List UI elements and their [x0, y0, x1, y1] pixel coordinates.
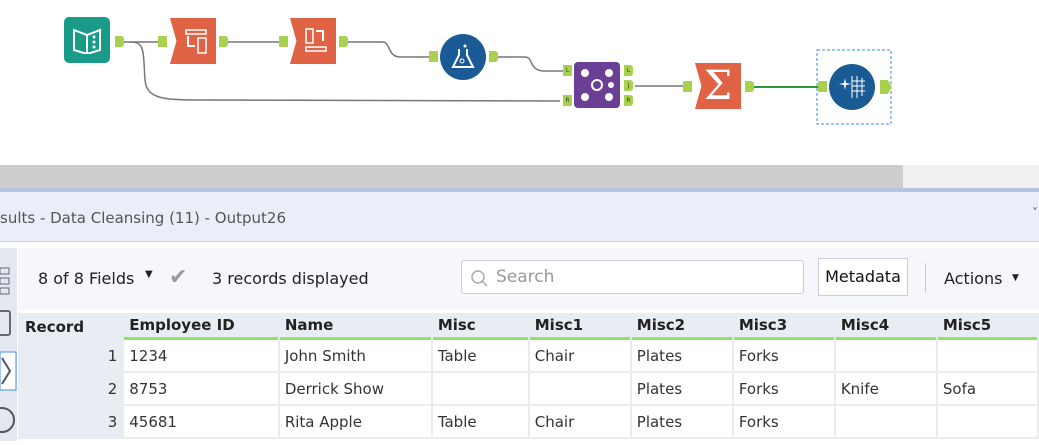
results-side-toolbar	[0, 248, 17, 441]
cell[interactable]: Forks	[733, 340, 834, 373]
table-row[interactable]: 1 1234 John Smith Table Chair Plates For…	[20, 340, 1037, 373]
cell[interactable]	[835, 406, 936, 439]
cell[interactable]: Chair	[529, 406, 630, 439]
results-table: Record Employee ID Name Misc Misc1 Misc2…	[18, 313, 1039, 439]
table-header-row: Record Employee ID Name Misc Misc1 Misc2…	[20, 313, 1037, 340]
scrollbar-thumb[interactable]	[0, 165, 903, 188]
cell[interactable]: 8753	[124, 373, 278, 406]
cell[interactable]: Table	[432, 406, 528, 439]
workflow-canvas[interactable]: L R L J R Σ	[0, 0, 1039, 165]
join-right-anchor: R	[563, 95, 572, 106]
history-icon[interactable]	[0, 407, 15, 433]
search-input[interactable]: Search	[461, 260, 804, 294]
cell[interactable]: Forks	[733, 373, 834, 406]
fields-dropdown[interactable]: 8 of 8 Fields	[38, 269, 134, 288]
crosstab-icon	[305, 28, 327, 52]
cell[interactable]	[937, 406, 1037, 439]
caret-down-icon[interactable]: ▼	[145, 269, 153, 280]
cell[interactable]: Knife	[835, 373, 936, 406]
record-number: 2	[20, 373, 123, 406]
crosstab-tool[interactable]	[290, 18, 336, 64]
table-row[interactable]: 2 8753 Derrick Show Plates Forks Knife S…	[20, 373, 1037, 406]
join-left-anchor: L	[563, 65, 572, 76]
search-icon	[471, 270, 488, 287]
join-icon	[581, 69, 614, 101]
grid-view-icon[interactable]	[0, 267, 10, 295]
table-view-icon[interactable]	[0, 310, 11, 336]
checkmark-icon: ✔	[169, 265, 188, 290]
toolbar-divider	[925, 263, 926, 293]
cell[interactable]	[432, 373, 528, 406]
chevron-down-icon[interactable]: ˅	[1032, 206, 1038, 220]
metadata-button[interactable]: Metadata	[818, 258, 908, 296]
results-title-bar: sults - Data Cleansing (11) - Output26 ˅	[0, 192, 1039, 242]
book-icon	[73, 28, 101, 54]
transpose-tool[interactable]	[170, 18, 216, 64]
cell[interactable]	[937, 340, 1037, 373]
column-header-misc4[interactable]: Misc4	[835, 313, 936, 340]
cell[interactable]: Rita Apple	[279, 406, 431, 439]
record-number: 3	[20, 406, 123, 439]
cell[interactable]: Plates	[631, 340, 732, 373]
flask-icon	[451, 44, 475, 68]
cell[interactable]: 45681	[124, 406, 278, 439]
cell[interactable]: Plates	[631, 373, 732, 406]
column-header-employee-id[interactable]: Employee ID	[124, 313, 278, 340]
caret-down-icon[interactable]: ▼	[1012, 273, 1019, 283]
column-header-misc3[interactable]: Misc3	[733, 313, 834, 340]
cell[interactable]	[529, 373, 630, 406]
transpose-icon	[185, 29, 207, 54]
cell[interactable]: Forks	[733, 406, 834, 439]
column-header-record[interactable]: Record	[20, 313, 123, 340]
column-header-misc5[interactable]: Misc5	[937, 313, 1037, 340]
column-header-name[interactable]: Name	[279, 313, 431, 340]
input-data-tool[interactable]	[64, 17, 110, 63]
search-placeholder: Search	[496, 267, 555, 287]
browse-icon	[839, 76, 865, 98]
browse-tool[interactable]	[829, 64, 875, 110]
table-row[interactable]: 3 45681 Rita Apple Table Chair Plates Fo…	[20, 406, 1037, 439]
cell[interactable]: Derrick Show	[279, 373, 431, 406]
column-header-misc2[interactable]: Misc2	[631, 313, 732, 340]
column-header-misc[interactable]: Misc	[432, 313, 528, 340]
records-count: 3 records displayed	[212, 269, 369, 288]
sigma-icon: Σ	[703, 63, 733, 109]
summarize-tool[interactable]: Σ	[695, 63, 741, 109]
record-number: 1	[20, 340, 123, 373]
results-title: sults - Data Cleansing (11) - Output26	[0, 209, 286, 227]
cell[interactable]: Sofa	[937, 373, 1037, 406]
cell[interactable]: Plates	[631, 406, 732, 439]
data-cleansing-tool[interactable]	[440, 34, 486, 80]
horizontal-scrollbar[interactable]	[0, 165, 1039, 188]
column-header-misc1[interactable]: Misc1	[529, 313, 630, 340]
cell[interactable]: John Smith	[279, 340, 431, 373]
join-tool[interactable]	[574, 62, 620, 108]
actions-dropdown[interactable]: Actions	[944, 269, 1002, 288]
cell[interactable]: 1234	[124, 340, 278, 373]
cell[interactable]: Table	[432, 340, 528, 373]
cell[interactable]: Chair	[529, 340, 630, 373]
cell[interactable]	[835, 340, 936, 373]
